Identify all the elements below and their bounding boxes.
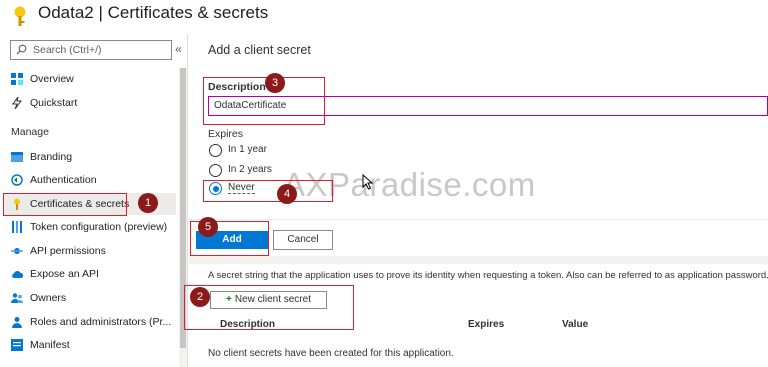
sidebar-item-label: Overview	[30, 73, 74, 85]
sidebar-item-token-configuration[interactable]: Token configuration (preview)	[4, 216, 176, 238]
sidebar-item-label: Expose an API	[30, 268, 99, 280]
radio-label: In 1 year	[228, 144, 267, 155]
callout-badge-4: 4	[277, 184, 297, 204]
sidebar-item-label: Roles and administrators (Pr...	[30, 316, 172, 328]
callout-box-certificates	[3, 193, 127, 216]
sidebar-item-label: API permissions	[30, 245, 106, 257]
collapse-sidebar-button[interactable]: «	[175, 42, 182, 56]
owners-icon	[11, 293, 23, 303]
secrets-info-text: A secret string that the application use…	[208, 270, 768, 281]
quickstart-icon	[12, 97, 22, 109]
sidebar-item-label: Manifest	[30, 339, 70, 351]
callout-badge-2: 2	[190, 287, 210, 307]
divider	[189, 219, 768, 220]
callout-badge-3: 3	[265, 73, 285, 93]
search-input[interactable]: Search (Ctrl+/)	[10, 40, 172, 60]
callout-badge-5: 5	[198, 217, 218, 237]
radio-circle[interactable]	[209, 144, 222, 157]
key-icon	[14, 6, 26, 26]
add-secret-title: Add a client secret	[208, 43, 311, 57]
sidebar-item-label: Token configuration (preview)	[30, 221, 168, 233]
sidebar-item-roles-administrators[interactable]: Roles and administrators (Pr...	[4, 311, 176, 333]
radio-circle[interactable]	[209, 164, 222, 177]
callout-box-description	[203, 77, 325, 125]
sidebar-item-branding[interactable]: Branding	[4, 146, 176, 168]
api-permissions-icon	[11, 248, 23, 254]
sidebar-item-owners[interactable]: Owners	[4, 287, 176, 309]
branding-icon	[11, 152, 23, 162]
radio-label: In 2 years	[228, 164, 272, 175]
column-header-value: Value	[562, 319, 589, 330]
search-placeholder: Search (Ctrl+/)	[33, 44, 102, 56]
sidebar-item-overview[interactable]: Overview	[4, 68, 176, 90]
manage-section-label: Manage	[11, 126, 49, 138]
sidebar-item-quickstart[interactable]: Quickstart	[4, 92, 176, 114]
radio-1-year[interactable]: In 1 year	[208, 143, 328, 159]
cursor-icon	[362, 174, 374, 190]
callout-box-never	[203, 180, 333, 202]
search-icon	[16, 44, 27, 55]
expires-label: Expires	[208, 128, 244, 140]
sidebar-item-label: Branding	[30, 151, 73, 163]
sidebar-item-api-permissions[interactable]: API permissions	[4, 240, 176, 262]
sidebar-item-authentication[interactable]: Authentication	[4, 169, 176, 191]
sidebar-item-label: Quickstart	[30, 97, 78, 109]
empty-state-text: No client secrets have been created for …	[208, 348, 454, 359]
title-bar: Odata2 | Certificates & secrets	[0, 0, 768, 34]
authentication-icon	[11, 174, 23, 186]
token-icon	[12, 221, 22, 233]
manifest-icon	[11, 339, 23, 351]
sidebar-item-label: Authentication	[30, 174, 97, 186]
callout-box-new-secret	[184, 285, 354, 330]
roles-icon	[12, 317, 22, 328]
overview-icon	[11, 73, 23, 85]
cloud-icon	[12, 271, 23, 278]
callout-badge-1: 1	[138, 193, 158, 213]
cancel-button[interactable]: Cancel	[273, 230, 333, 250]
sidebar-item-expose-api[interactable]: Expose an API	[4, 263, 176, 285]
section-divider	[189, 256, 768, 264]
sidebar-item-manifest[interactable]: Manifest	[4, 334, 176, 356]
column-header-expires: Expires	[468, 319, 505, 330]
page-title: Odata2 | Certificates & secrets	[38, 3, 269, 22]
sidebar-item-label: Owners	[30, 292, 67, 304]
